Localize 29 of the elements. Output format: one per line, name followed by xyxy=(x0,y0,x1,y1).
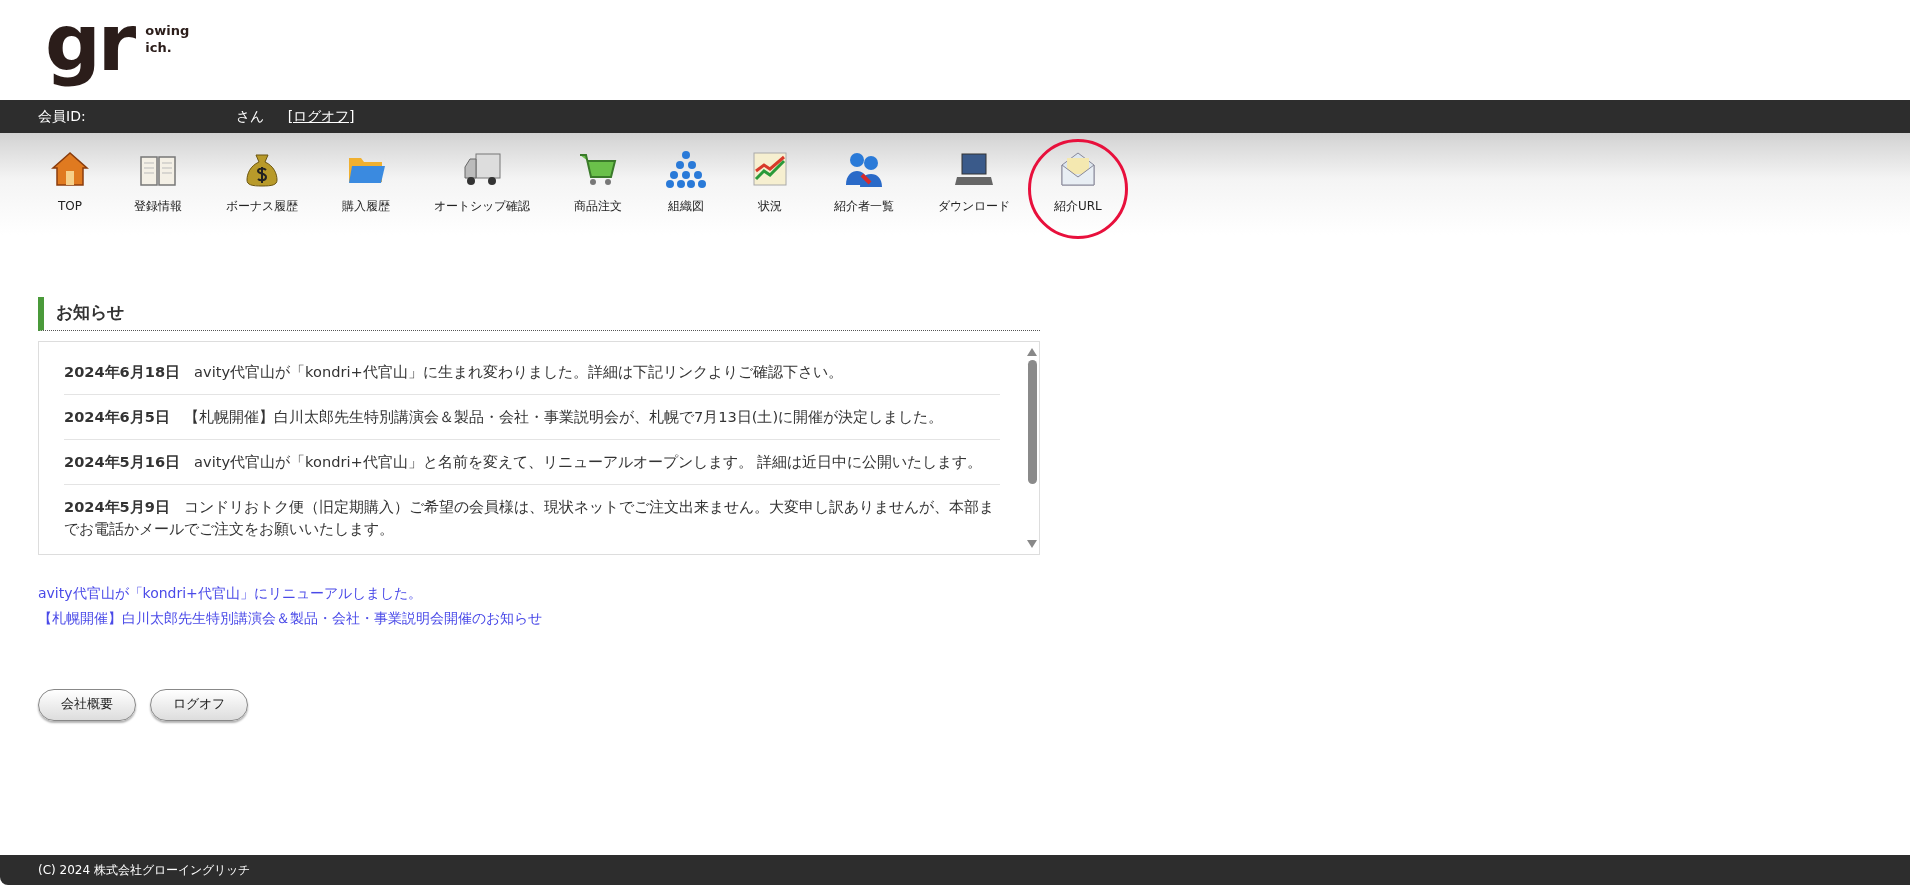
nav-item[interactable]: 紹介者一覧 xyxy=(822,133,906,219)
news-link[interactable]: avity代官山が「kondri+代官山」にリニューアルしました。 xyxy=(38,582,422,604)
notice-heading: お知らせ xyxy=(38,297,1040,331)
nav-item[interactable]: オートシップ確認 xyxy=(422,133,542,219)
nav-item[interactable]: 商品注文 xyxy=(562,133,634,219)
member-id-label: 会員ID: xyxy=(38,107,86,126)
notice-item: 2024年6月18日 avity代官山が「kondri+代官山」に生まれ変わりました。詳細は下記リンクよりご確認下さい。 xyxy=(64,349,1000,395)
nav-item[interactable]: 購入履歴 xyxy=(330,133,402,219)
nav-item[interactable]: ボーナス履歴 xyxy=(214,133,310,219)
notice-item: 2024年6月5日 【札幌開催】白川太郎先生特別講演会＆製品・会社・事業説明会が、札幌で7月13日(土)に開催が決定しました。 xyxy=(64,394,1000,440)
nav-item[interactable]: 状況 xyxy=(738,133,802,219)
logoff-link[interactable]: [ログオフ] xyxy=(287,106,355,127)
notice-item: 2024年5月9日 コンドリおトク便（旧定期購入）ご希望の会員様は、現状ネットでご注文出来ません。大変申し訳ありませんが、本部までお電話かメールでご注文をお願いいたします。 xyxy=(64,496,995,539)
news-link[interactable]: 【札幌開催】白川太郎先生特別講演会＆製品・会社・事業説明会開催のお知らせ xyxy=(38,607,542,629)
member-honorific: さん xyxy=(235,107,264,126)
nav-item[interactable]: ダウンロード xyxy=(926,133,1022,219)
nav-item[interactable]: 紹介URL xyxy=(1042,133,1114,219)
pill-button[interactable]: ログオフ xyxy=(150,688,248,721)
pill-button[interactable]: 会社概要 xyxy=(38,688,136,721)
copyright-text: (C) 2024 株式会社グローイングリッチ xyxy=(38,862,250,879)
house-icon xyxy=(50,149,90,189)
scroll-down-icon[interactable] xyxy=(1027,539,1037,548)
notice-item: 2024年5月16日 avity代官山が「kondri+代官山」と名前を変えて、リニューアルオープンします。 詳細は近日中に公開いたします。 xyxy=(64,439,1000,485)
line-chart-icon xyxy=(750,149,790,189)
dots-pyramid-icon xyxy=(666,149,706,189)
scroll-up-icon[interactable] xyxy=(1027,347,1037,356)
nav-item[interactable]: 登録情報 xyxy=(122,133,194,219)
nav-item[interactable]: TOP xyxy=(38,133,102,219)
nav-item[interactable]: 組織図 xyxy=(654,133,718,219)
